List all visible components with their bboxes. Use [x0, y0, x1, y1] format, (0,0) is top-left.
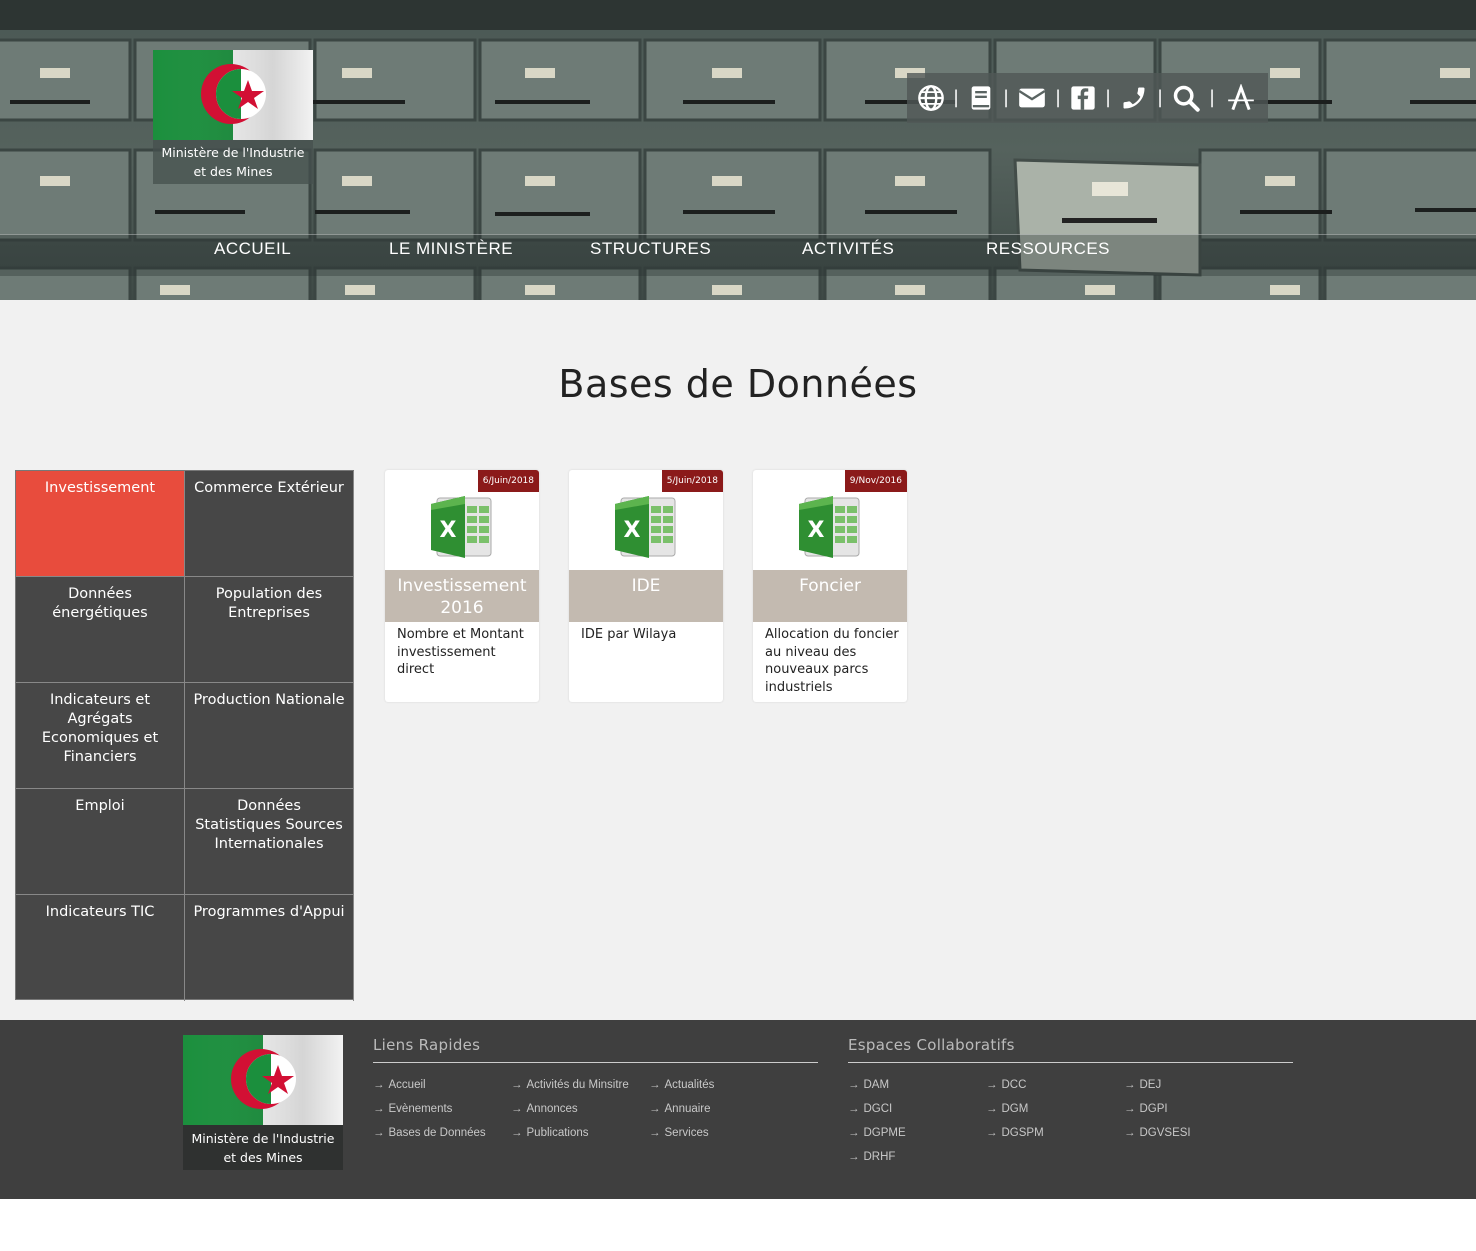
arrow-right-icon: → — [649, 1079, 661, 1091]
footer-link-dgci[interactable]: → DGCI — [848, 1103, 892, 1115]
collab-title: Espaces Collaboratifs — [848, 1036, 1015, 1054]
svg-text:X: X — [808, 518, 825, 543]
date-badge: 9/Nov/2016 — [844, 470, 907, 492]
footer-link-dam[interactable]: → DAM — [848, 1079, 889, 1091]
date-badge: 5/Juin/2018 — [661, 470, 723, 492]
footer-link-dgvsesi[interactable]: → DGVSESI — [1124, 1127, 1191, 1139]
card-description: Nombre et Montant investissement direct — [397, 627, 524, 677]
arrow-right-icon: → — [511, 1079, 523, 1091]
excel-icon: X — [431, 496, 492, 558]
quick-links-divider — [373, 1062, 818, 1063]
arrow-right-icon: → — [848, 1079, 860, 1091]
category-production-nationale[interactable]: Production Nationale — [185, 683, 354, 789]
toolbar-separator: | — [1055, 87, 1062, 108]
logo-text-line1: Ministère de l'Industrie — [161, 145, 305, 160]
category-indicateurs-tic[interactable]: Indicateurs TIC — [16, 895, 185, 1001]
nav-structures[interactable]: STRUCTURES — [590, 239, 711, 259]
category-programmes-appui[interactable]: Programmes d'Appui — [185, 895, 354, 1001]
category-donnees-statistiques-internationales[interactable]: Données Statistiques Sources Internation… — [185, 789, 354, 895]
phone-icon[interactable] — [1120, 84, 1148, 112]
category-commerce-exterieur[interactable]: Commerce Extérieur — [185, 471, 354, 577]
arrow-right-icon: → — [848, 1151, 860, 1163]
toolbar-separator: | — [1105, 87, 1112, 108]
facebook-icon[interactable] — [1069, 84, 1097, 112]
page-title: Bases de Données — [558, 362, 918, 406]
card-description: IDE par Wilaya — [581, 627, 677, 642]
svg-text:X: X — [440, 518, 457, 543]
arrow-right-icon: → — [373, 1103, 385, 1115]
hero-banner: Ministère de l'Industrie et des Mines | … — [0, 0, 1476, 300]
category-investissement[interactable]: Investissement — [16, 471, 185, 577]
category-population-entreprises[interactable]: Population des Entreprises — [185, 577, 354, 683]
svg-text:X: X — [624, 518, 641, 543]
footer-link-bases-donnees[interactable]: → Bases de Données — [373, 1127, 486, 1139]
arrow-right-icon: → — [848, 1103, 860, 1115]
footer-link-evenements[interactable]: → Evènements — [373, 1103, 452, 1115]
footer-link-dgm[interactable]: → DGM — [986, 1103, 1028, 1115]
toolbar-separator: | — [1209, 87, 1216, 108]
footer-link-dgpme[interactable]: → DGPME — [848, 1127, 906, 1139]
logo-text-line2: et des Mines — [193, 164, 273, 179]
footer-link-accueil[interactable]: → Accueil — [373, 1079, 426, 1091]
footer-link-services[interactable]: → Services — [649, 1127, 709, 1139]
category-indicateurs-agregats[interactable]: Indicateurs et Agrégats Economiques et F… — [16, 683, 185, 789]
envelope-icon[interactable] — [1018, 84, 1046, 112]
font-size-icon[interactable] — [1227, 84, 1255, 112]
footer-link-activites-ministre[interactable]: → Activités du Minsitre — [511, 1079, 629, 1091]
footer-link-actualites[interactable]: → Actualités — [649, 1079, 714, 1091]
database-card[interactable]: 9/Nov/2016 X Foncier Allocation du fonci… — [753, 470, 907, 702]
arrow-right-icon: → — [1124, 1127, 1136, 1139]
footer-link-annuaire[interactable]: → Annuaire — [649, 1103, 711, 1115]
arrow-right-icon: → — [848, 1127, 860, 1139]
excel-icon: X — [799, 496, 860, 558]
collab-divider — [848, 1062, 1293, 1063]
category-grid: Investissement Commerce Extérieur Donnée… — [15, 470, 354, 1001]
toolbar-separator: | — [953, 87, 960, 108]
card-title: Investissement 2016 — [385, 570, 539, 622]
database-card[interactable]: 5/Juin/2018 X IDE IDE par Wilaya — [569, 470, 723, 702]
card-description: Allocation du foncier au niveau des nouv… — [765, 627, 899, 692]
nav-accueil[interactable]: ACCUEIL — [214, 239, 291, 259]
nav-activites[interactable]: ACTIVITÉS — [802, 239, 894, 259]
arrow-right-icon: → — [986, 1103, 998, 1115]
footer-link-annonces[interactable]: → Annonces — [511, 1103, 578, 1115]
arrow-right-icon: → — [373, 1127, 385, 1139]
nav-le-ministere[interactable]: LE MINISTÈRE — [389, 239, 513, 259]
arrow-right-icon: → — [1124, 1079, 1136, 1091]
date-badge: 6/Juin/2018 — [477, 470, 539, 492]
arrow-right-icon: → — [373, 1079, 385, 1091]
arrow-right-icon: → — [986, 1079, 998, 1091]
ministry-logo[interactable]: Ministère de l'Industrie et des Mines — [153, 50, 313, 184]
arrow-right-icon: → — [511, 1103, 523, 1115]
main-nav: ACCUEIL LE MINISTÈRE STRUCTURES ACTIVITÉ… — [0, 234, 1476, 276]
top-toolbar: | | | | | | — [907, 73, 1268, 123]
footer-link-drhf[interactable]: → DRHF — [848, 1151, 895, 1163]
nav-ressources[interactable]: RESSOURCES — [986, 239, 1110, 259]
footer-content: Liens Rapides → Accueil → Activités du Min… — [0, 1020, 1476, 1199]
arrow-right-icon: → — [511, 1127, 523, 1139]
globe-icon[interactable] — [917, 84, 945, 112]
footer-link-dcc[interactable]: → DCC — [986, 1079, 1026, 1091]
search-icon[interactable] — [1172, 84, 1200, 112]
quick-links-title: Liens Rapides — [373, 1036, 481, 1054]
algeria-flag-image — [153, 50, 313, 140]
footer-link-publications[interactable]: → Publications — [511, 1127, 589, 1139]
database-card[interactable]: 6/Juin/2018 X Investissement 2016 Nombre… — [385, 470, 539, 702]
excel-icon: X — [615, 496, 676, 558]
footer-link-dej[interactable]: → DEJ — [1124, 1079, 1161, 1091]
arrow-right-icon: → — [986, 1127, 998, 1139]
arrow-right-icon: → — [649, 1127, 661, 1139]
arrow-right-icon: → — [1124, 1103, 1136, 1115]
card-title: IDE — [569, 570, 723, 622]
category-donnees-energetiques[interactable]: Données énergétiques — [16, 577, 185, 683]
footer-link-dgspm[interactable]: → DGSPM — [986, 1127, 1044, 1139]
main-content: Bases de Données Investissement Commerce… — [0, 300, 1476, 1020]
arrow-right-icon: → — [649, 1103, 661, 1115]
card-title: Foncier — [753, 570, 907, 622]
toolbar-separator: | — [1157, 87, 1164, 108]
category-emploi[interactable]: Emploi — [16, 789, 185, 895]
footer-link-dgpi[interactable]: → DGPI — [1124, 1103, 1168, 1115]
toolbar-separator: | — [1003, 87, 1010, 108]
book-icon[interactable] — [967, 84, 995, 112]
